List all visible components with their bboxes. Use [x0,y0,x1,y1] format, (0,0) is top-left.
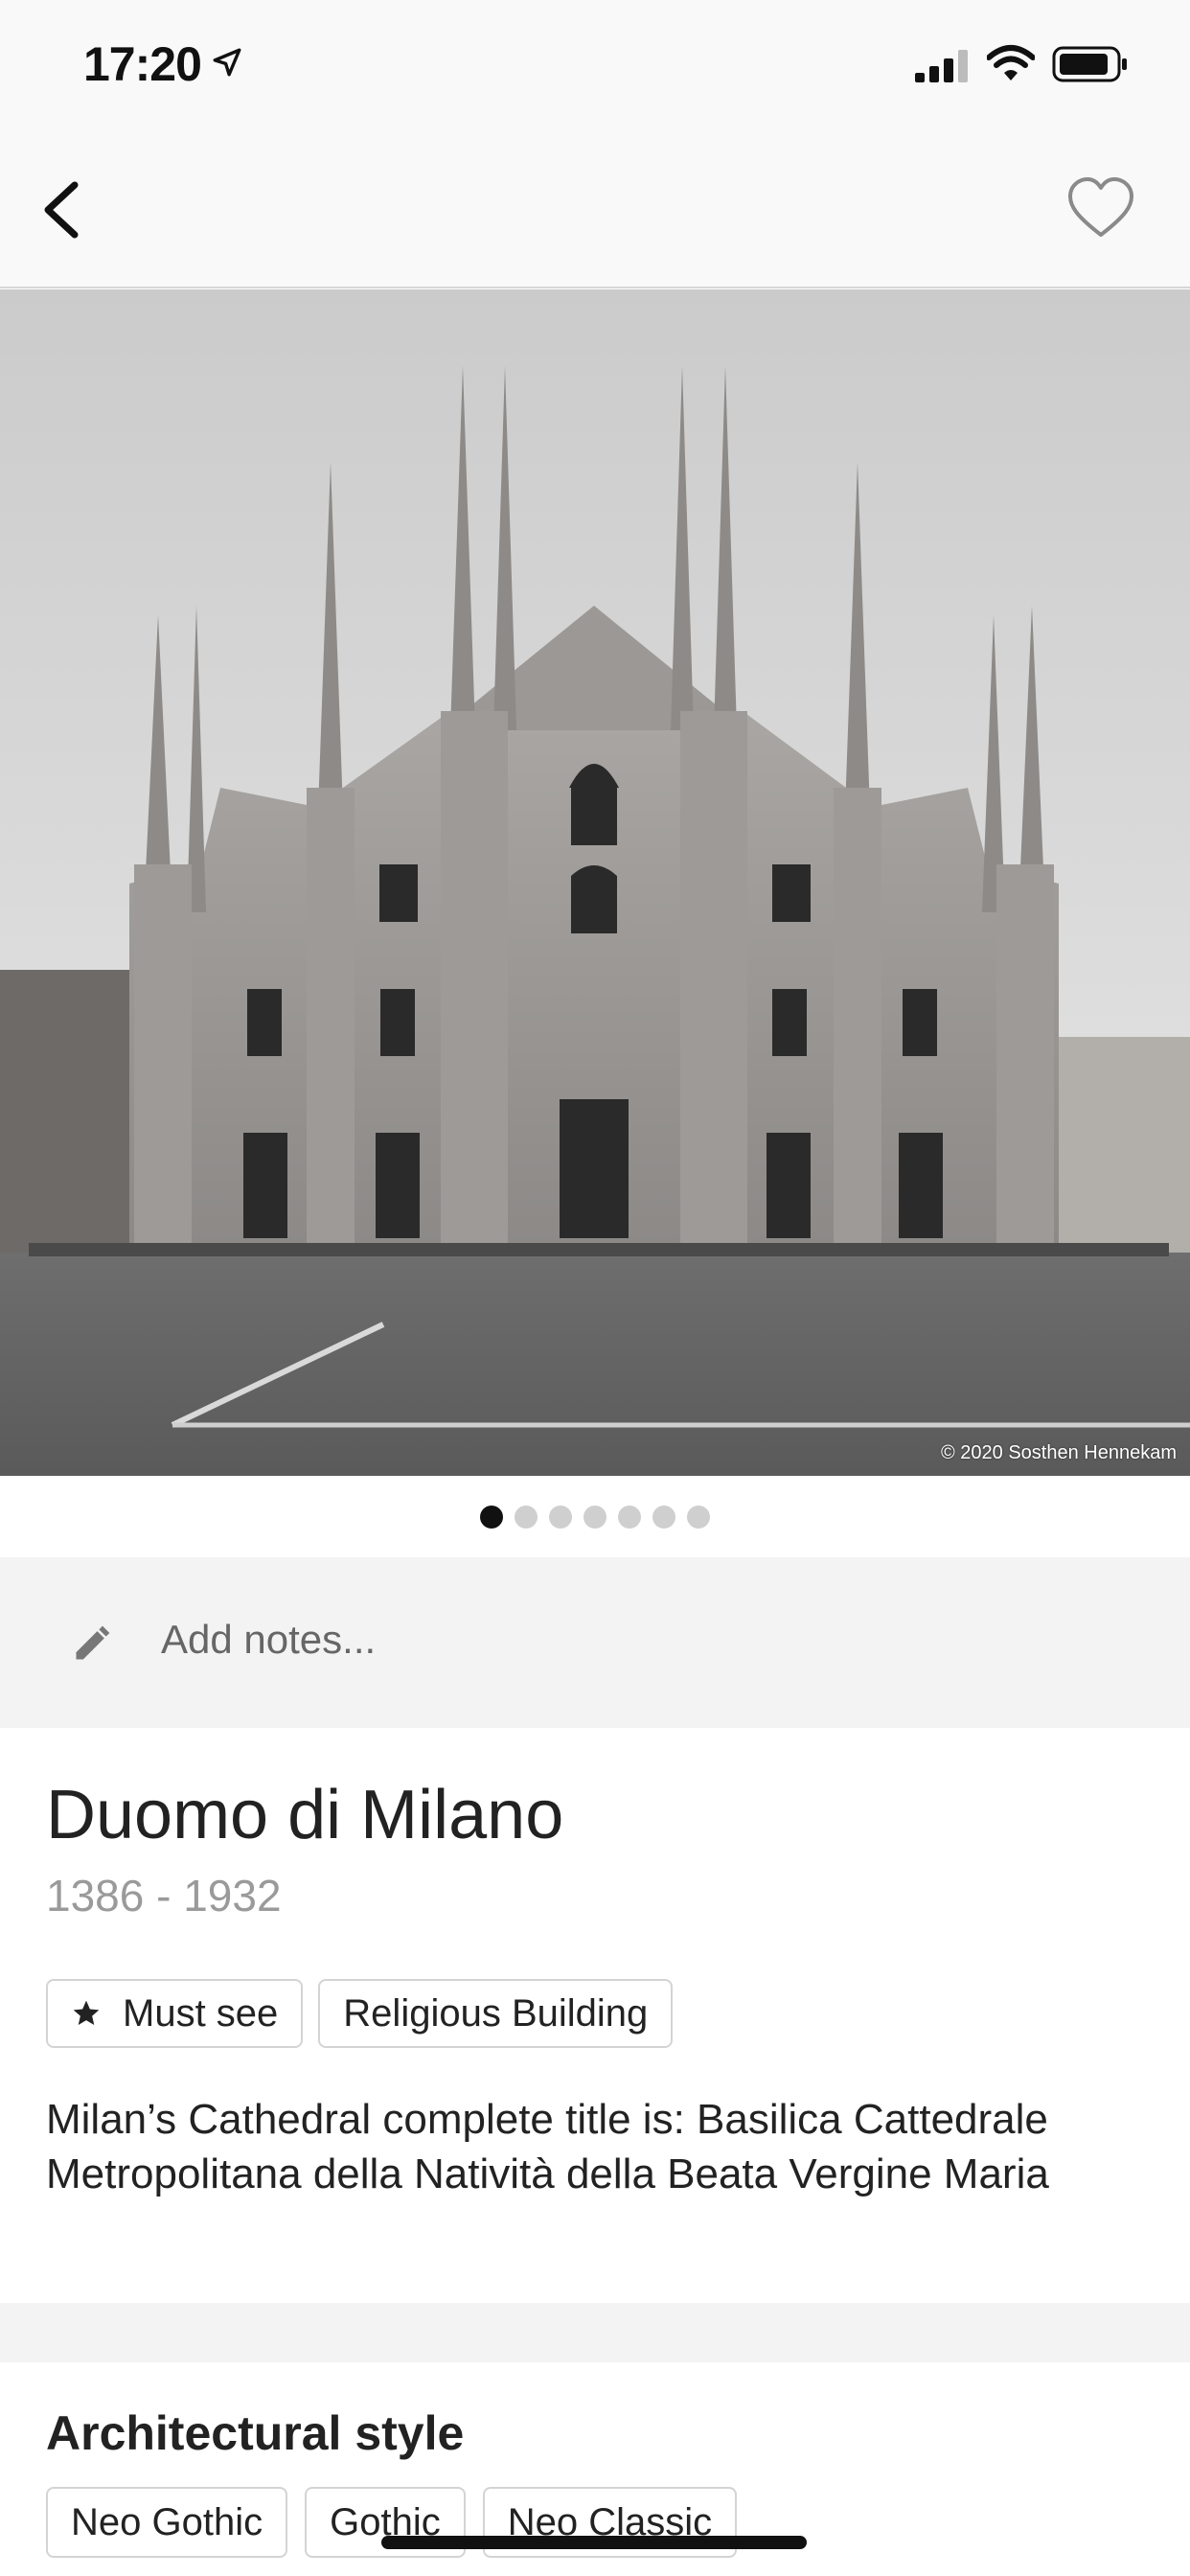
pager-dot[interactable] [687,1505,710,1529]
tag-label: Religious Building [343,1991,649,2035]
battery-icon [1052,46,1127,82]
landmark-photo[interactable]: © 2020 Sosthen Hennekam [0,289,1190,1476]
tag-must-see[interactable]: Must see [46,1979,304,2048]
landmark-years: 1386 - 1932 [46,1871,282,1920]
cathedral-illustration [0,289,1190,1476]
tag-label: Must see [123,1991,279,2035]
landmark-info: Duomo di Milano 1386 - 1932 Must see Rel… [0,1728,1190,2303]
landmark-description: Milan’s Cathedral complete title is: Bas… [46,2096,1049,2197]
tag-religious-building[interactable]: Religious Building [318,1979,674,2048]
landmark-tags: Must see Religious Building [46,1979,674,2048]
heart-outline-icon[interactable] [1066,172,1135,248]
star-icon [73,2000,100,2025]
photo-credit: © 2020 Sosthen Hennekam [940,1442,1177,1463]
pager-dot[interactable] [515,1505,538,1529]
image-pager[interactable] [0,1476,1190,1557]
home-indicator[interactable] [381,2536,807,2549]
pager-dot[interactable] [652,1505,675,1529]
tag-label: Neo Gothic [71,2500,263,2543]
tag-neo-gothic[interactable]: Neo Gothic [46,2487,288,2558]
add-notes-field[interactable]: Add notes... [0,1557,1190,1728]
nav-bar [0,129,1190,288]
architectural-style-heading: Architectural style [46,2406,465,2460]
section-divider [0,2303,1190,2362]
pager-dot[interactable] [549,1505,572,1529]
status-time: 17:20 [83,37,202,91]
landmark-title: Duomo di Milano [46,1777,564,1853]
status-bar: 17:20 [0,0,1190,129]
chevron-left-icon[interactable] [34,172,92,248]
pager-dot[interactable] [480,1505,503,1529]
cellular-signal-icon [915,50,968,82]
wifi-icon [987,45,1035,80]
pager-dot[interactable] [618,1505,641,1529]
notes-placeholder[interactable]: Add notes... [161,1617,376,1663]
location-arrow-icon [213,48,241,77]
pencil-icon [76,1625,110,1660]
pager-dot[interactable] [584,1505,606,1529]
